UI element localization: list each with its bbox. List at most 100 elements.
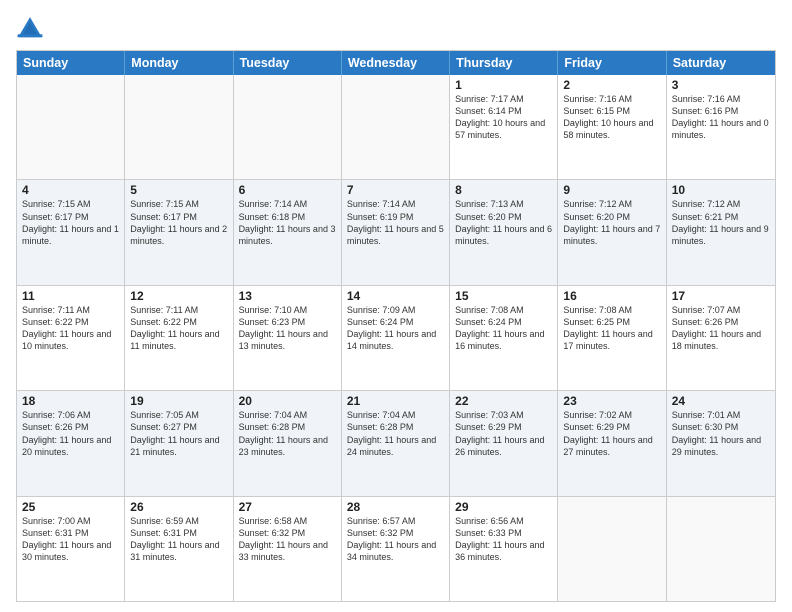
date-number: 17 [672, 289, 770, 303]
empty-cell [17, 75, 125, 179]
date-number: 23 [563, 394, 660, 408]
date-number: 15 [455, 289, 552, 303]
date-number: 10 [672, 183, 770, 197]
date-cell-27: 27Sunrise: 6:58 AM Sunset: 6:32 PM Dayli… [234, 497, 342, 601]
date-number: 24 [672, 394, 770, 408]
logo [16, 14, 48, 42]
date-number: 12 [130, 289, 227, 303]
date-number: 3 [672, 78, 770, 92]
cell-info: Sunrise: 7:16 AM Sunset: 6:16 PM Dayligh… [672, 93, 770, 142]
page-header [16, 14, 776, 42]
date-number: 11 [22, 289, 119, 303]
date-number: 28 [347, 500, 444, 514]
date-cell-6: 6Sunrise: 7:14 AM Sunset: 6:18 PM Daylig… [234, 180, 342, 284]
date-cell-10: 10Sunrise: 7:12 AM Sunset: 6:21 PM Dayli… [667, 180, 775, 284]
date-cell-21: 21Sunrise: 7:04 AM Sunset: 6:28 PM Dayli… [342, 391, 450, 495]
date-cell-1: 1Sunrise: 7:17 AM Sunset: 6:14 PM Daylig… [450, 75, 558, 179]
date-cell-16: 16Sunrise: 7:08 AM Sunset: 6:25 PM Dayli… [558, 286, 666, 390]
cell-info: Sunrise: 7:11 AM Sunset: 6:22 PM Dayligh… [130, 304, 227, 353]
cell-info: Sunrise: 6:59 AM Sunset: 6:31 PM Dayligh… [130, 515, 227, 564]
cell-info: Sunrise: 7:15 AM Sunset: 6:17 PM Dayligh… [22, 198, 119, 247]
date-cell-8: 8Sunrise: 7:13 AM Sunset: 6:20 PM Daylig… [450, 180, 558, 284]
calendar-row: 25Sunrise: 7:00 AM Sunset: 6:31 PM Dayli… [17, 497, 775, 601]
cell-info: Sunrise: 7:09 AM Sunset: 6:24 PM Dayligh… [347, 304, 444, 353]
calendar-row: 11Sunrise: 7:11 AM Sunset: 6:22 PM Dayli… [17, 286, 775, 391]
cell-info: Sunrise: 6:56 AM Sunset: 6:33 PM Dayligh… [455, 515, 552, 564]
date-number: 7 [347, 183, 444, 197]
cell-info: Sunrise: 7:13 AM Sunset: 6:20 PM Dayligh… [455, 198, 552, 247]
cell-info: Sunrise: 7:11 AM Sunset: 6:22 PM Dayligh… [22, 304, 119, 353]
cell-info: Sunrise: 7:10 AM Sunset: 6:23 PM Dayligh… [239, 304, 336, 353]
cell-info: Sunrise: 7:06 AM Sunset: 6:26 PM Dayligh… [22, 409, 119, 458]
date-cell-19: 19Sunrise: 7:05 AM Sunset: 6:27 PM Dayli… [125, 391, 233, 495]
day-header-saturday: Saturday [667, 51, 775, 75]
cell-info: Sunrise: 6:58 AM Sunset: 6:32 PM Dayligh… [239, 515, 336, 564]
date-number: 19 [130, 394, 227, 408]
day-header-tuesday: Tuesday [234, 51, 342, 75]
calendar-row: 18Sunrise: 7:06 AM Sunset: 6:26 PM Dayli… [17, 391, 775, 496]
cell-info: Sunrise: 7:04 AM Sunset: 6:28 PM Dayligh… [239, 409, 336, 458]
cell-info: Sunrise: 7:14 AM Sunset: 6:19 PM Dayligh… [347, 198, 444, 247]
date-number: 13 [239, 289, 336, 303]
date-number: 18 [22, 394, 119, 408]
date-cell-17: 17Sunrise: 7:07 AM Sunset: 6:26 PM Dayli… [667, 286, 775, 390]
calendar-row: 1Sunrise: 7:17 AM Sunset: 6:14 PM Daylig… [17, 75, 775, 180]
cell-info: Sunrise: 7:05 AM Sunset: 6:27 PM Dayligh… [130, 409, 227, 458]
date-cell-15: 15Sunrise: 7:08 AM Sunset: 6:24 PM Dayli… [450, 286, 558, 390]
cell-info: Sunrise: 7:17 AM Sunset: 6:14 PM Dayligh… [455, 93, 552, 142]
date-number: 29 [455, 500, 552, 514]
cell-info: Sunrise: 7:01 AM Sunset: 6:30 PM Dayligh… [672, 409, 770, 458]
day-header-wednesday: Wednesday [342, 51, 450, 75]
cell-info: Sunrise: 7:03 AM Sunset: 6:29 PM Dayligh… [455, 409, 552, 458]
date-cell-9: 9Sunrise: 7:12 AM Sunset: 6:20 PM Daylig… [558, 180, 666, 284]
cell-info: Sunrise: 7:08 AM Sunset: 6:24 PM Dayligh… [455, 304, 552, 353]
date-cell-20: 20Sunrise: 7:04 AM Sunset: 6:28 PM Dayli… [234, 391, 342, 495]
date-cell-14: 14Sunrise: 7:09 AM Sunset: 6:24 PM Dayli… [342, 286, 450, 390]
date-number: 25 [22, 500, 119, 514]
date-number: 21 [347, 394, 444, 408]
date-cell-28: 28Sunrise: 6:57 AM Sunset: 6:32 PM Dayli… [342, 497, 450, 601]
date-number: 14 [347, 289, 444, 303]
calendar-row: 4Sunrise: 7:15 AM Sunset: 6:17 PM Daylig… [17, 180, 775, 285]
calendar-body: 1Sunrise: 7:17 AM Sunset: 6:14 PM Daylig… [17, 75, 775, 601]
calendar-header: SundayMondayTuesdayWednesdayThursdayFrid… [17, 51, 775, 75]
day-header-friday: Friday [558, 51, 666, 75]
date-number: 8 [455, 183, 552, 197]
cell-info: Sunrise: 7:07 AM Sunset: 6:26 PM Dayligh… [672, 304, 770, 353]
date-number: 26 [130, 500, 227, 514]
cell-info: Sunrise: 7:04 AM Sunset: 6:28 PM Dayligh… [347, 409, 444, 458]
date-number: 9 [563, 183, 660, 197]
date-cell-24: 24Sunrise: 7:01 AM Sunset: 6:30 PM Dayli… [667, 391, 775, 495]
day-header-thursday: Thursday [450, 51, 558, 75]
cell-info: Sunrise: 7:15 AM Sunset: 6:17 PM Dayligh… [130, 198, 227, 247]
date-cell-11: 11Sunrise: 7:11 AM Sunset: 6:22 PM Dayli… [17, 286, 125, 390]
date-number: 6 [239, 183, 336, 197]
date-cell-4: 4Sunrise: 7:15 AM Sunset: 6:17 PM Daylig… [17, 180, 125, 284]
cell-info: Sunrise: 7:16 AM Sunset: 6:15 PM Dayligh… [563, 93, 660, 142]
date-cell-12: 12Sunrise: 7:11 AM Sunset: 6:22 PM Dayli… [125, 286, 233, 390]
cell-info: Sunrise: 7:08 AM Sunset: 6:25 PM Dayligh… [563, 304, 660, 353]
date-cell-13: 13Sunrise: 7:10 AM Sunset: 6:23 PM Dayli… [234, 286, 342, 390]
cell-info: Sunrise: 7:00 AM Sunset: 6:31 PM Dayligh… [22, 515, 119, 564]
day-header-sunday: Sunday [17, 51, 125, 75]
date-cell-22: 22Sunrise: 7:03 AM Sunset: 6:29 PM Dayli… [450, 391, 558, 495]
date-cell-2: 2Sunrise: 7:16 AM Sunset: 6:15 PM Daylig… [558, 75, 666, 179]
logo-icon [16, 14, 44, 42]
date-cell-29: 29Sunrise: 6:56 AM Sunset: 6:33 PM Dayli… [450, 497, 558, 601]
cell-info: Sunrise: 7:02 AM Sunset: 6:29 PM Dayligh… [563, 409, 660, 458]
date-cell-5: 5Sunrise: 7:15 AM Sunset: 6:17 PM Daylig… [125, 180, 233, 284]
date-cell-23: 23Sunrise: 7:02 AM Sunset: 6:29 PM Dayli… [558, 391, 666, 495]
date-number: 1 [455, 78, 552, 92]
date-number: 5 [130, 183, 227, 197]
cell-info: Sunrise: 7:12 AM Sunset: 6:21 PM Dayligh… [672, 198, 770, 247]
empty-cell [125, 75, 233, 179]
calendar: SundayMondayTuesdayWednesdayThursdayFrid… [16, 50, 776, 602]
day-header-monday: Monday [125, 51, 233, 75]
empty-cell [667, 497, 775, 601]
date-number: 27 [239, 500, 336, 514]
date-cell-7: 7Sunrise: 7:14 AM Sunset: 6:19 PM Daylig… [342, 180, 450, 284]
date-number: 22 [455, 394, 552, 408]
cell-info: Sunrise: 6:57 AM Sunset: 6:32 PM Dayligh… [347, 515, 444, 564]
cell-info: Sunrise: 7:12 AM Sunset: 6:20 PM Dayligh… [563, 198, 660, 247]
date-cell-25: 25Sunrise: 7:00 AM Sunset: 6:31 PM Dayli… [17, 497, 125, 601]
